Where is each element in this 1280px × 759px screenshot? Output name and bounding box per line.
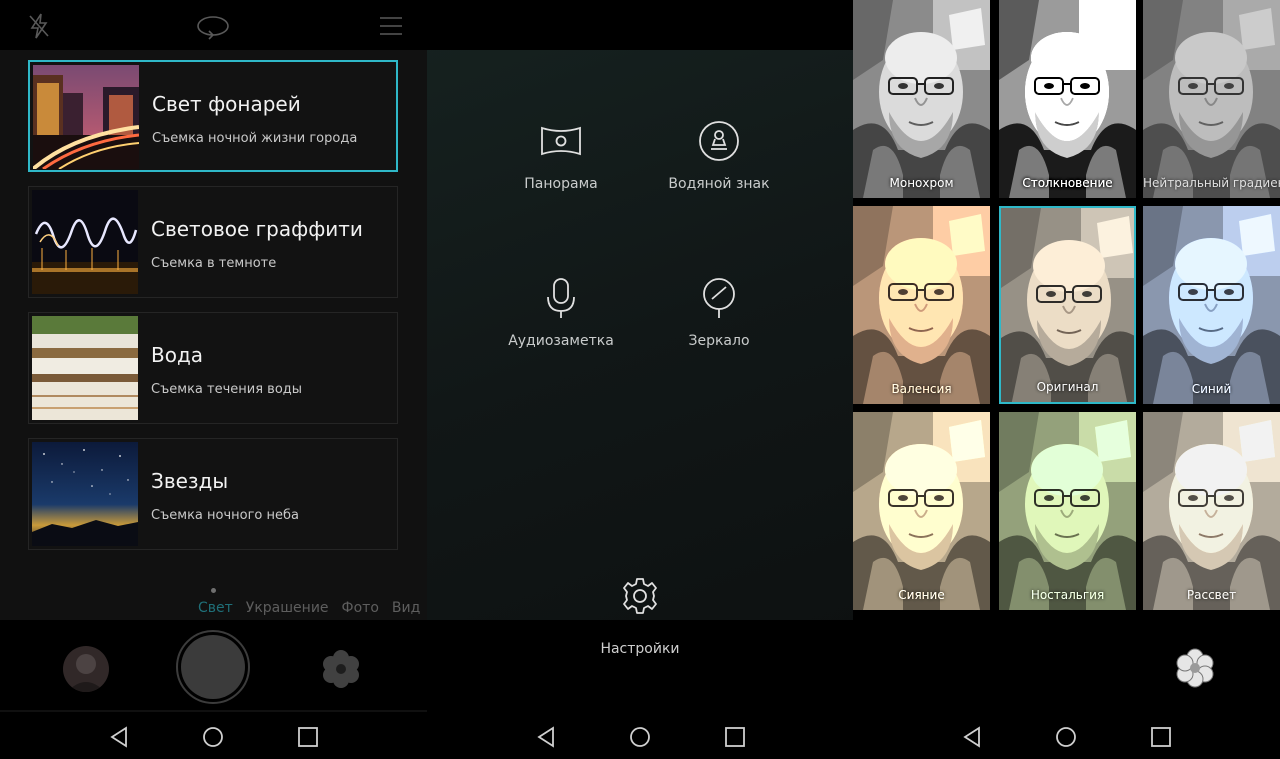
microphone-icon <box>547 278 575 318</box>
filter-flower-icon[interactable] <box>318 646 364 692</box>
tab-photo[interactable]: Фото <box>342 600 379 616</box>
flash-off-icon[interactable] <box>24 11 54 41</box>
filter-label: Ностальгия <box>1030 588 1105 602</box>
filter-label: Рассвет <box>1186 588 1237 602</box>
filter-preview <box>1143 412 1280 610</box>
home-icon[interactable] <box>202 726 224 748</box>
filter-label: Сияние <box>898 588 945 602</box>
audio-note-label: Аудиозаметка <box>508 333 614 349</box>
gear-icon[interactable] <box>620 576 660 616</box>
mode-title: Звезды <box>151 469 229 493</box>
mode-card-stars[interactable]: Звезды Съемка ночного неба <box>28 438 398 550</box>
filter-preview <box>999 412 1136 610</box>
filter-label: Валенсия <box>891 382 952 396</box>
panorama-label: Панорама <box>524 176 598 192</box>
filter-label: Монохром <box>889 176 954 190</box>
back-icon[interactable] <box>961 726 983 748</box>
camera-modes-panel: Свет фонарей Съемка ночной жизни города … <box>0 0 427 759</box>
nav-bar <box>853 712 1280 759</box>
filter-preview <box>853 206 990 404</box>
filter-preview <box>1143 206 1280 404</box>
filter-preview <box>1001 208 1134 402</box>
panorama-icon <box>541 126 581 156</box>
gallery-thumbnail[interactable] <box>63 646 109 692</box>
mirror-button[interactable]: Зеркало <box>659 277 779 377</box>
filter-tile-glow[interactable]: Сияние <box>853 412 990 610</box>
filter-tile-monochrome[interactable]: Монохром <box>853 0 990 198</box>
mode-card-light-graffiti[interactable]: Световое граффити Съемка в темноте <box>28 186 398 298</box>
panorama-button[interactable]: Панорама <box>501 120 621 220</box>
filter-flower-icon[interactable] <box>1172 645 1218 691</box>
filters-panel: Монохром Столкновение Нейтральный градие… <box>853 0 1280 759</box>
mode-card-city-lights[interactable]: Свет фонарей Съемка ночной жизни города <box>28 60 398 172</box>
shutter-button[interactable] <box>181 635 245 699</box>
filter-label: Оригинал <box>1036 380 1099 394</box>
page-indicator-dot <box>211 588 216 593</box>
settings-bar <box>427 620 853 712</box>
filter-label: Синий <box>1191 382 1232 396</box>
filter-preview <box>853 0 990 198</box>
mode-title: Свет фонарей <box>152 92 301 116</box>
filter-tile-nostalgia[interactable]: Ностальгия <box>999 412 1136 610</box>
recents-icon[interactable] <box>297 726 319 748</box>
mode-subtitle: Съемка ночного неба <box>151 508 300 523</box>
mode-tabs: Свет Украшение Фото Вид <box>198 600 427 618</box>
filter-tile-blue[interactable]: Синий <box>1143 206 1280 404</box>
mode-card-water[interactable]: Вода Съемка течения воды <box>28 312 398 424</box>
mode-title: Вода <box>151 343 204 367</box>
recents-icon[interactable] <box>1150 726 1172 748</box>
home-icon[interactable] <box>629 726 651 748</box>
switch-camera-icon[interactable] <box>196 11 230 41</box>
home-icon[interactable] <box>1055 726 1077 748</box>
filter-label: Нейтральный градиент <box>1143 176 1280 190</box>
back-icon[interactable] <box>535 726 557 748</box>
back-icon[interactable] <box>108 726 130 748</box>
water-thumbnail <box>32 316 138 420</box>
light-graffiti-thumbnail <box>32 190 138 294</box>
audio-note-button[interactable]: Аудиозаметка <box>501 277 621 377</box>
filter-tile-sunrise[interactable]: Рассвет <box>1143 412 1280 610</box>
recents-icon[interactable] <box>724 726 746 748</box>
watermark-icon <box>699 121 739 161</box>
menu-icon[interactable] <box>376 11 406 41</box>
filter-label: Столкновение <box>1022 176 1113 190</box>
mirror-icon <box>703 278 735 318</box>
filter-preview <box>1143 0 1280 198</box>
watermark-label: Водяной знак <box>668 176 770 192</box>
mode-title: Световое граффити <box>151 217 363 241</box>
filter-tile-original[interactable]: Оригинал <box>999 206 1136 404</box>
tab-view[interactable]: Вид <box>392 600 420 616</box>
mode-subtitle: Съемка течения воды <box>151 382 303 397</box>
mirror-label: Зеркало <box>688 333 750 349</box>
filter-preview <box>999 0 1136 198</box>
filter-tile-valencia[interactable]: Валенсия <box>853 206 990 404</box>
filter-tile-neutral-gradient[interactable]: Нейтральный градиент <box>1143 0 1280 198</box>
stars-thumbnail <box>32 442 138 546</box>
city-lights-thumbnail <box>33 65 139 169</box>
settings-label[interactable]: Настройки <box>427 641 853 657</box>
nav-bar <box>427 712 853 759</box>
mode-subtitle: Съемка ночной жизни города <box>152 131 358 146</box>
filter-tile-collision[interactable]: Столкновение <box>999 0 1136 198</box>
watermark-button[interactable]: Водяной знак <box>659 120 779 220</box>
tools-menu-panel: Панорама Водяной знак Аудиозаметка Зерка… <box>427 0 853 759</box>
filter-preview <box>853 412 990 610</box>
tab-light[interactable]: Свет <box>198 600 233 616</box>
mode-subtitle: Съемка в темноте <box>151 256 277 271</box>
tab-decoration[interactable]: Украшение <box>246 600 329 616</box>
tools-top-bar <box>427 0 853 50</box>
nav-bar <box>0 712 427 759</box>
camera-top-bar <box>0 0 427 50</box>
